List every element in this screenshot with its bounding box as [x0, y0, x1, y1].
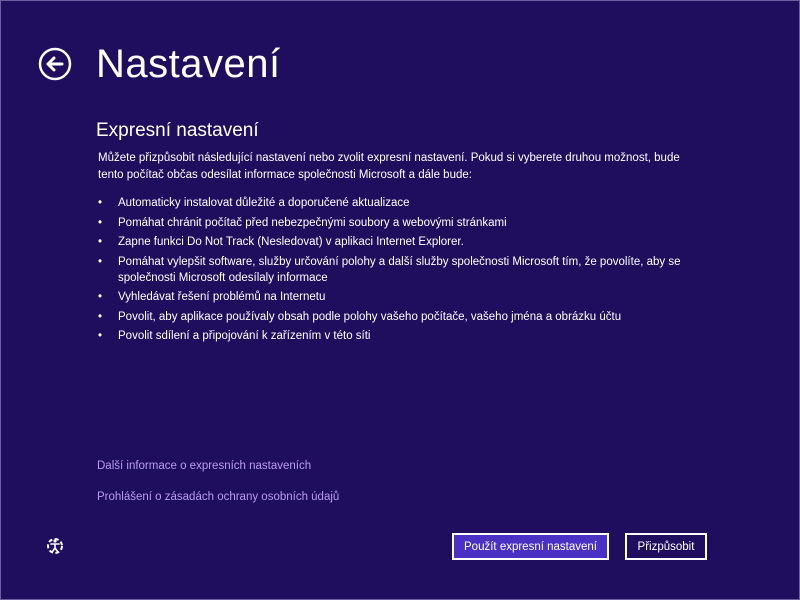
- list-item: Povolit, aby aplikace používaly obsah po…: [98, 309, 698, 325]
- page-title: Nastavení: [96, 42, 281, 86]
- section-title: Expresní nastavení: [96, 120, 259, 141]
- use-express-settings-button[interactable]: Použít expresní nastavení: [452, 533, 609, 560]
- feature-list: Automaticky instalovat důležité a doporu…: [98, 195, 698, 348]
- more-info-link[interactable]: Další informace o expresních nastaveních: [97, 460, 311, 472]
- list-item: Vyhledávat řešení problémů na Internetu: [98, 289, 698, 305]
- list-item: Pomáhat vylepšit software, služby určová…: [98, 254, 698, 286]
- privacy-statement-link[interactable]: Prohlášení o zásadách ochrany osobních ú…: [97, 491, 339, 503]
- ease-of-access-icon[interactable]: [44, 535, 66, 557]
- list-item: Zapne funkci Do Not Track (Nesledovat) v…: [98, 234, 698, 250]
- list-item: Automaticky instalovat důležité a doporu…: [98, 195, 698, 211]
- intro-text: Můžete přizpůsobit následující nastavení…: [98, 152, 680, 181]
- customize-button[interactable]: Přizpůsobit: [625, 533, 707, 560]
- back-arrow-icon[interactable]: [38, 47, 72, 81]
- list-item: Pomáhat chránit počítač před nebezpečným…: [98, 215, 698, 231]
- list-item: Povolit sdílení a připojování k zařízení…: [98, 328, 698, 344]
